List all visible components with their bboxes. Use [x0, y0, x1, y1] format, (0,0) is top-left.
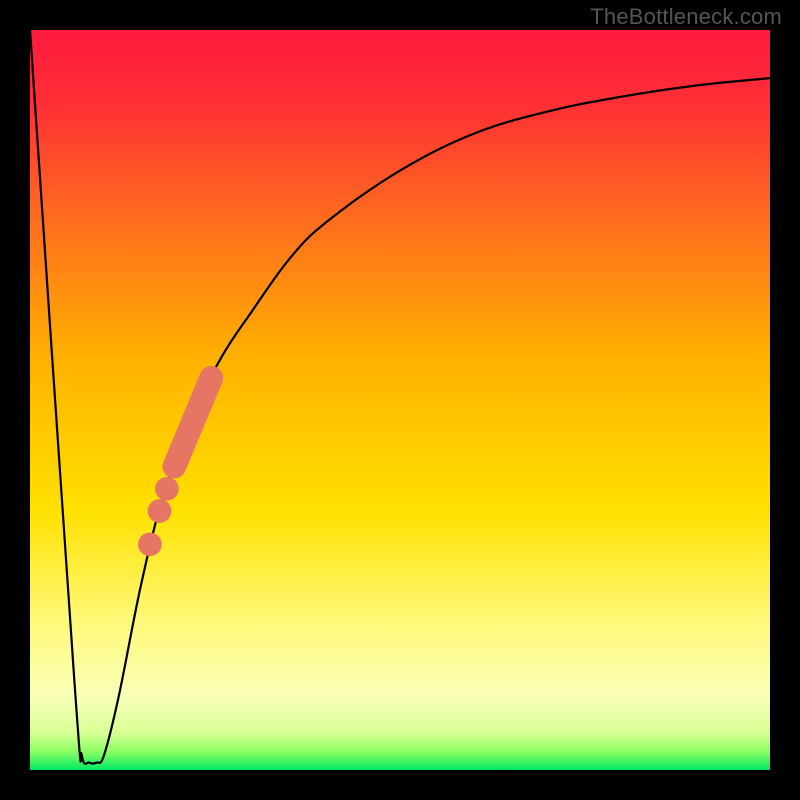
red-dot-3 [138, 532, 162, 556]
bottleneck-chart [0, 0, 800, 800]
chart-frame: TheBottleneck.com [0, 0, 800, 800]
red-dot-2 [148, 499, 172, 523]
plot-background [30, 30, 770, 770]
red-dot-1 [155, 477, 179, 501]
